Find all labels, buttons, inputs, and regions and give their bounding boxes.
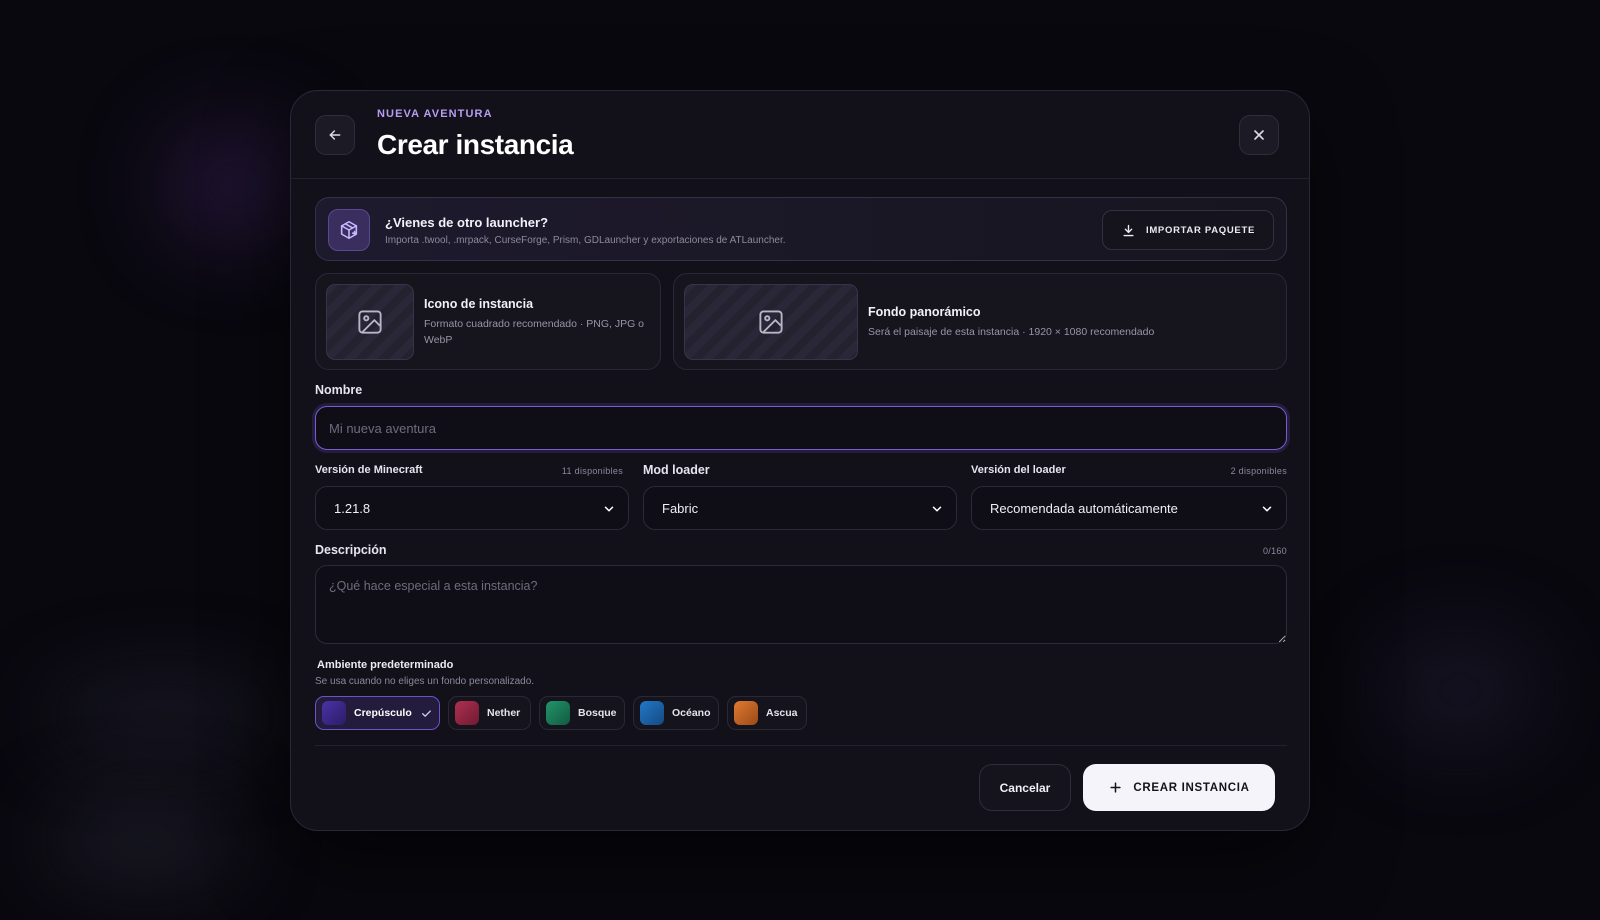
ambient-swatch: [640, 701, 664, 725]
cancel-button[interactable]: Cancelar: [979, 764, 1071, 811]
create-instance-label: CREAR INSTANCIA: [1133, 781, 1250, 794]
minecraft-version-value: 1.21.8: [334, 500, 371, 516]
description-label: Descripción: [315, 543, 387, 557]
close-icon: [1254, 130, 1264, 140]
plus-icon: [1110, 782, 1121, 793]
arrow-left-icon: [329, 130, 341, 140]
ambient-subtitle: Se usa cuando no eliges un fondo persona…: [315, 676, 535, 687]
instance-icon-subtitle: Formato cuadrado recomendado · PNG, JPG …: [424, 318, 645, 346]
minecraft-version-select[interactable]: 1.21.8: [315, 486, 629, 530]
download-icon: [1123, 224, 1134, 236]
chevron-down-icon: [932, 506, 942, 512]
panoramic-background-subtitle: Será el paisaje de esta instancia · 1920…: [868, 326, 1155, 338]
ambient-chip-bosque[interactable]: Bosque: [539, 696, 625, 730]
instance-icon-title: Icono de instancia: [424, 297, 534, 311]
loader-version-select[interactable]: Recomendada automáticamente: [971, 486, 1287, 530]
background-upload-area[interactable]: [684, 284, 858, 360]
panoramic-background-title: Fondo panorámico: [868, 305, 981, 319]
background-glow: [50, 800, 240, 880]
ambient-chip-label: Crepúsculo: [354, 707, 412, 719]
background-glow: [160, 120, 310, 250]
mod-loader-label: Mod loader: [643, 463, 710, 477]
ambient-swatch: [734, 701, 758, 725]
background-glow: [1380, 630, 1540, 750]
dialog-eyebrow: NUEVA AVENTURA: [377, 108, 493, 120]
create-instance-button[interactable]: CREAR INSTANCIA: [1083, 764, 1275, 811]
description-char-counter: 0/160: [1262, 546, 1287, 556]
loader-version-count: 2 disponibles: [1230, 466, 1287, 476]
mod-loader-select[interactable]: Fabric: [643, 486, 957, 530]
ambient-swatch: [322, 701, 346, 725]
name-label: Nombre: [315, 383, 363, 397]
loader-version-value: Recomendada automáticamente: [990, 500, 1178, 516]
minecraft-version-label: Versión de Minecraft: [315, 464, 423, 476]
image-icon: [358, 310, 382, 334]
ambient-chip-ascua[interactable]: Ascua: [727, 696, 807, 730]
import-package-button[interactable]: IMPORTAR PAQUETE: [1102, 210, 1274, 250]
cancel-label: Cancelar: [999, 780, 1051, 795]
ambient-chip-label: Ascua: [766, 707, 798, 719]
name-input[interactable]: [315, 406, 1287, 450]
dialog-header: NUEVA AVENTURA Crear instancia: [291, 91, 1309, 179]
create-instance-dialog: NUEVA AVENTURA Crear instancia ¿Vienes d…: [290, 90, 1310, 831]
panoramic-background-card[interactable]: Fondo panorámico Será el paisaje de esta…: [673, 273, 1287, 370]
description-textarea[interactable]: [315, 565, 1287, 644]
ambient-chip-oceano[interactable]: Océano: [633, 696, 719, 730]
image-icon: [759, 310, 783, 334]
minecraft-version-count: 11 disponibles: [561, 466, 623, 476]
ambient-swatch: [546, 701, 570, 725]
ambient-chip-nether[interactable]: Nether: [448, 696, 531, 730]
chevron-down-icon: [1262, 506, 1272, 512]
ambient-chip-label: Bosque: [578, 707, 617, 719]
import-title: ¿Vienes de otro launcher?: [385, 215, 549, 230]
ambient-chip-crepusculo[interactable]: Crepúsculo: [315, 696, 440, 730]
back-button[interactable]: [315, 115, 355, 155]
ambient-swatch: [455, 701, 479, 725]
close-button[interactable]: [1239, 115, 1279, 155]
instance-icon-card[interactable]: Icono de instancia Formato cuadrado reco…: [315, 273, 661, 370]
import-package-label: IMPORTAR PAQUETE: [1145, 224, 1255, 236]
footer-divider: [315, 745, 1287, 746]
background-glow: [50, 680, 280, 750]
icon-upload-area[interactable]: [326, 284, 414, 360]
chevron-down-icon: [604, 506, 614, 512]
dialog-title: Crear instancia: [377, 129, 574, 160]
ambient-chip-label: Nether: [487, 707, 521, 719]
loader-version-label: Versión del loader: [971, 464, 1066, 476]
ambient-title: Ambiente predeterminado: [317, 659, 454, 671]
check-icon: [421, 709, 431, 717]
package-icon: [328, 209, 370, 251]
import-banner: ¿Vienes de otro launcher? Importa .twool…: [315, 197, 1287, 261]
mod-loader-value: Fabric: [662, 500, 699, 516]
import-subtitle: Importa .twool, .mrpack, CurseForge, Pri…: [385, 235, 786, 246]
ambient-chip-label: Océano: [672, 707, 711, 719]
